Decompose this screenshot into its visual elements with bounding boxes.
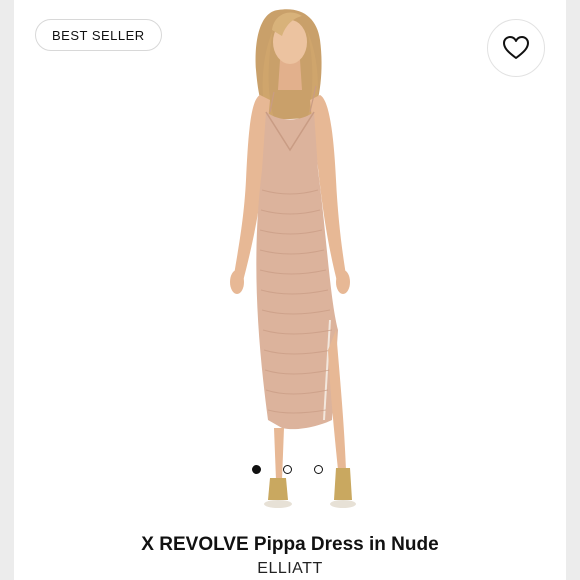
- carousel-dot-1[interactable]: [252, 465, 261, 474]
- best-seller-badge: BEST SELLER: [35, 19, 162, 51]
- favorite-button[interactable]: [487, 19, 545, 77]
- best-seller-label: BEST SELLER: [52, 27, 145, 43]
- carousel-dot-3[interactable]: [314, 465, 323, 474]
- carousel-dot-2[interactable]: [283, 465, 292, 474]
- product-card[interactable]: BEST SELLER X REVOLVE Pippa Dress in Nud…: [14, 0, 566, 580]
- carousel-indicators: [252, 465, 323, 474]
- product-brand[interactable]: ELLIATT: [14, 560, 566, 578]
- product-model-image[interactable]: [190, 0, 390, 525]
- product-title[interactable]: X REVOLVE Pippa Dress in Nude: [14, 534, 566, 556]
- heart-icon: [503, 36, 529, 59]
